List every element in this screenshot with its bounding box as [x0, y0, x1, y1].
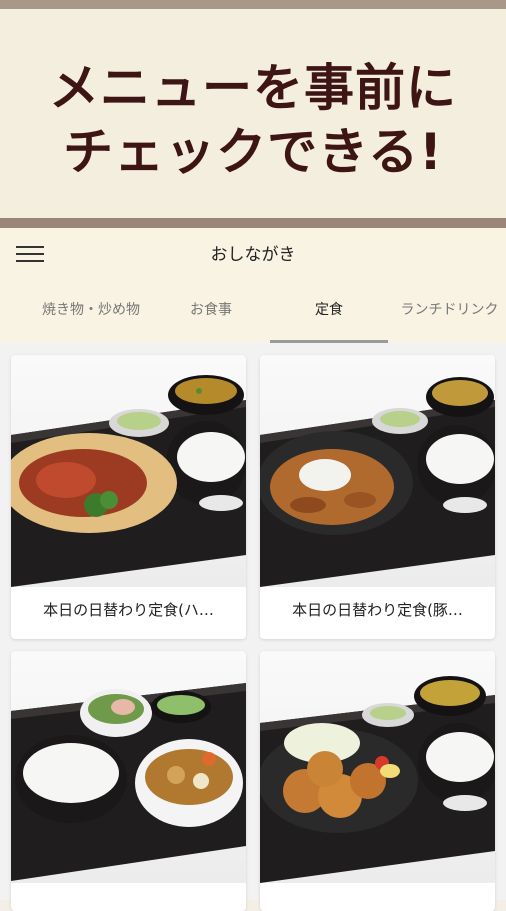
- promo-banner: メニューを事前に チェックできる!: [0, 0, 506, 228]
- tab-yakimono[interactable]: 焼き物・炒め物: [30, 294, 152, 343]
- menu-item-photo: [260, 651, 495, 883]
- banner-headline-line2: チェックできる!: [63, 123, 443, 181]
- tab-lunch-drink[interactable]: ランチドリンク: [393, 294, 506, 343]
- menu-item-photo: [11, 651, 246, 883]
- banner-headline-line1: メニューを事前に: [49, 59, 457, 117]
- menu-card[interactable]: 本日の日替わり定食(豚…: [260, 355, 495, 639]
- app-header: おしながき 焼き物・炒め物 お食事 定食 ランチドリンク: [0, 228, 506, 343]
- tab-teishoku[interactable]: 定食: [270, 294, 388, 343]
- menu-card[interactable]: [11, 651, 246, 911]
- page-title: おしながき: [210, 245, 296, 265]
- menu-grid: 本日の日替わり定食(ハ… 本日の日替わり定食(豚…: [0, 343, 506, 911]
- menu-item-name: 本日の日替わり定食(豚…: [292, 601, 463, 619]
- menu-item-name: 本日の日替わり定食(ハ…: [43, 601, 214, 619]
- menu-item-photo: [11, 355, 246, 587]
- banner-top-stripe: [0, 0, 506, 9]
- menu-card[interactable]: 本日の日替わり定食(ハ…: [11, 355, 246, 639]
- tab-oshokuji[interactable]: お食事: [180, 294, 242, 343]
- category-tabs: 焼き物・炒め物 お食事 定食 ランチドリンク: [0, 294, 506, 343]
- menu-item-photo: [260, 355, 495, 587]
- banner-bottom-stripe: [0, 218, 506, 228]
- menu-card[interactable]: [260, 651, 495, 911]
